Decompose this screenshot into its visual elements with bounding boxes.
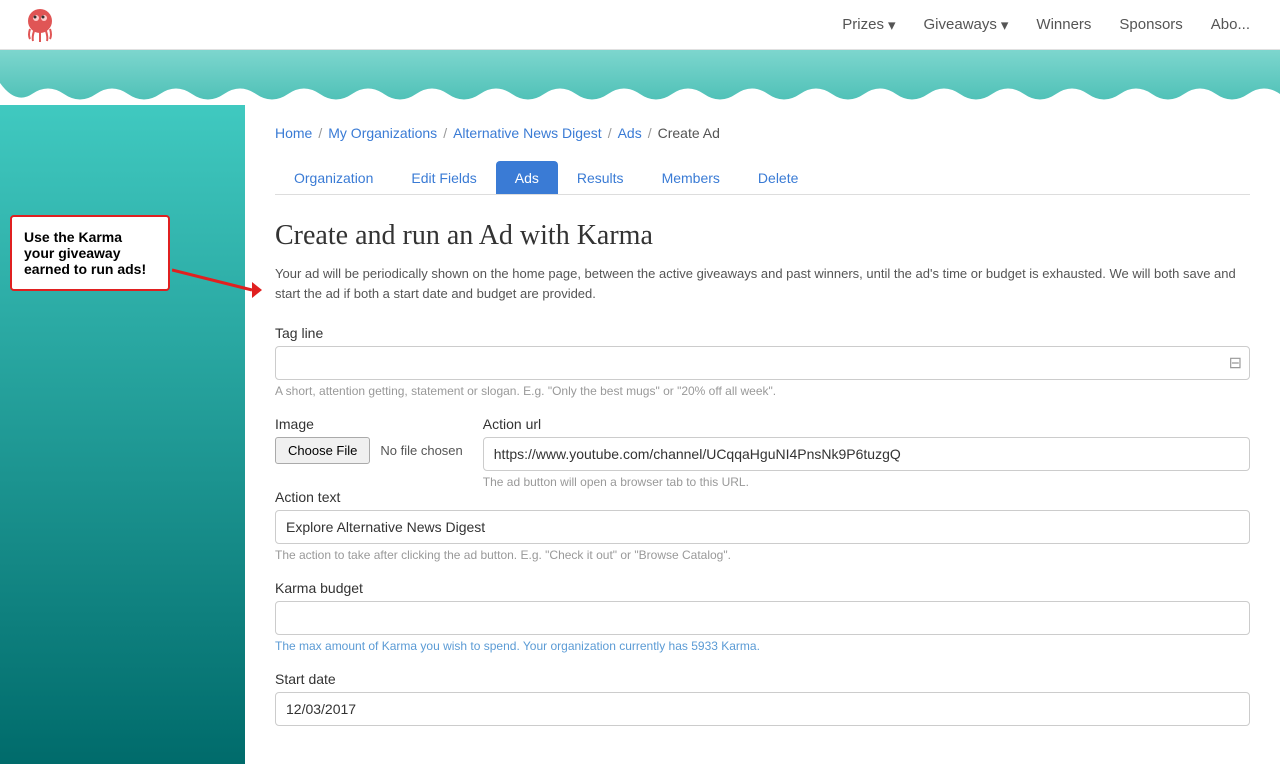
action-text-hint: The action to take after clicking the ad… [275, 548, 1250, 562]
text-count-icon: ⊟ [1229, 353, 1242, 373]
brand-logo[interactable] [20, 5, 60, 45]
tab-results[interactable]: Results [558, 161, 643, 194]
karma-budget-hint: The max amount of Karma you wish to spen… [275, 639, 1250, 653]
wave-banner [0, 50, 1280, 105]
callout-box: Use the Karma your giveaway earned to ru… [10, 215, 170, 291]
image-section: Image Choose File No file chosen [275, 416, 463, 464]
action-url-section: Action url The ad button will open a bro… [483, 416, 1250, 489]
breadcrumb-sep-2: / [443, 125, 447, 141]
start-date-label: Start date [275, 671, 1250, 687]
dropdown-arrow-icon: ▾ [888, 16, 896, 34]
nav-winners[interactable]: Winners [1026, 10, 1101, 39]
breadcrumb-sep-3: / [608, 125, 612, 141]
tab-members[interactable]: Members [643, 161, 739, 194]
arrow-svg [172, 260, 272, 300]
action-text-group: Action text The action to take after cli… [275, 489, 1250, 562]
karma-budget-group: Karma budget The max amount of Karma you… [275, 580, 1250, 653]
file-row: Choose File No file chosen [275, 437, 463, 464]
image-action-row: Image Choose File No file chosen Action … [275, 416, 1250, 489]
action-url-label: Action url [483, 416, 1250, 432]
tab-organization[interactable]: Organization [275, 161, 392, 194]
dropdown-arrow-icon: ▾ [1001, 16, 1009, 34]
tab-edit-fields[interactable]: Edit Fields [392, 161, 495, 194]
tab-bar: Organization Edit Fields Ads Results Mem… [275, 161, 1250, 195]
action-url-hint: The ad button will open a browser tab to… [483, 475, 1250, 489]
navbar: Prizes ▾ Giveaways ▾ Winners Sponsors Ab… [0, 0, 1280, 50]
breadcrumb: Home / My Organizations / Alternative Ne… [275, 125, 1250, 141]
start-date-group: Start date [275, 671, 1250, 726]
callout-arrow [172, 260, 272, 305]
tag-line-hint: A short, attention getting, statement or… [275, 384, 1250, 398]
choose-file-button[interactable]: Choose File [275, 437, 370, 464]
nav-giveaways[interactable]: Giveaways ▾ [914, 10, 1019, 40]
page-description: Your ad will be periodically shown on th… [275, 264, 1250, 303]
breadcrumb-sep-1: / [318, 125, 322, 141]
wave-svg [0, 83, 1280, 105]
nav-sponsors[interactable]: Sponsors [1109, 10, 1192, 39]
page-title: Create and run an Ad with Karma [275, 220, 1250, 252]
breadcrumb-current: Create Ad [658, 125, 720, 141]
tab-delete[interactable]: Delete [739, 161, 817, 194]
main-content: Home / My Organizations / Alternative Ne… [245, 105, 1280, 764]
tab-ads[interactable]: Ads [496, 161, 558, 194]
file-name-text: No file chosen [380, 443, 462, 458]
breadcrumb-home[interactable]: Home [275, 125, 312, 141]
tag-line-group: Tag line ⊟ A short, attention getting, s… [275, 325, 1250, 398]
tag-line-label: Tag line [275, 325, 1250, 341]
breadcrumb-sep-4: / [648, 125, 652, 141]
action-text-input[interactable] [275, 510, 1250, 544]
nav-links: Prizes ▾ Giveaways ▾ Winners Sponsors Ab… [832, 10, 1260, 40]
nav-prizes[interactable]: Prizes ▾ [832, 10, 905, 40]
breadcrumb-my-organizations[interactable]: My Organizations [328, 125, 437, 141]
karma-budget-label: Karma budget [275, 580, 1250, 596]
image-label: Image [275, 416, 463, 432]
karma-budget-input[interactable] [275, 601, 1250, 635]
action-url-input[interactable] [483, 437, 1250, 471]
brand-icon [20, 5, 60, 45]
sidebar: Use the Karma your giveaway earned to ru… [0, 105, 245, 764]
tag-line-input-wrapper: ⊟ [275, 346, 1250, 380]
tag-line-input[interactable] [275, 346, 1250, 380]
breadcrumb-ads[interactable]: Ads [618, 125, 642, 141]
breadcrumb-org-name[interactable]: Alternative News Digest [453, 125, 602, 141]
page-layout: Use the Karma your giveaway earned to ru… [0, 105, 1280, 764]
start-date-input[interactable] [275, 692, 1250, 726]
action-text-label: Action text [275, 489, 1250, 505]
nav-about[interactable]: Abo... [1201, 10, 1260, 39]
